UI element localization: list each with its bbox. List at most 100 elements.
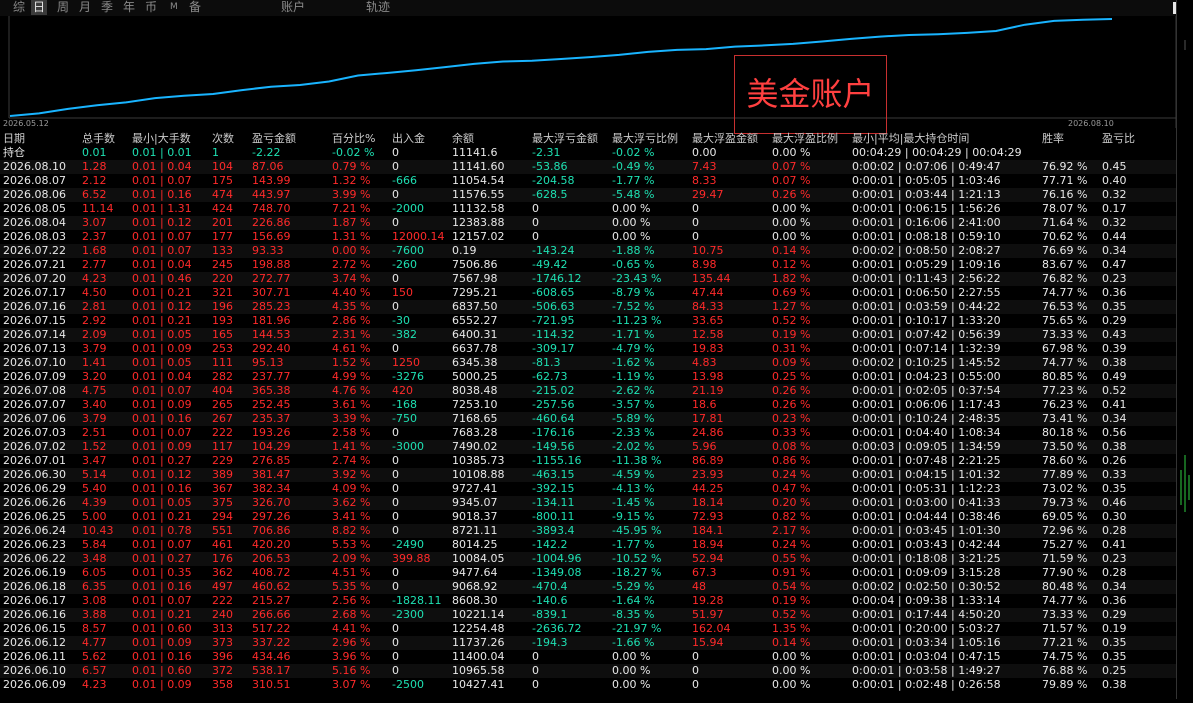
section-track[interactable]: 轨迹 <box>366 0 390 15</box>
pnl-cell: 266.66 <box>252 608 291 621</box>
tab-m[interactable]: M <box>168 0 180 15</box>
max-float-gain-cell: 0 <box>692 230 699 243</box>
balance-cell: 6400.31 <box>452 328 498 341</box>
table-row[interactable]: 2026.07.13 3.79 0.01 | 0.09 253 292.40 4.61 %… <box>0 342 1176 356</box>
max-float-loss-cell: 0 <box>532 202 539 215</box>
table-row[interactable]: 2026.06.09 4.23 0.01 | 0.09 358 310.51 3.07 %… <box>0 678 1176 692</box>
count-cell: 497 <box>212 580 233 593</box>
flow-cell: 0 <box>392 566 399 579</box>
count-cell: 265 <box>212 398 233 411</box>
max-float-loss-cell: -114.32 <box>532 328 575 341</box>
table-row[interactable]: 2026.07.14 2.09 0.01 | 0.05 165 144.53 2.31 %… <box>0 328 1176 342</box>
table-row[interactable]: 2026.08.03 2.37 0.01 | 0.07 177 156.69 1.31 %… <box>0 230 1176 244</box>
hold-time-cell: 0:00:01 | 0:03:44 | 1:21:13 <box>852 188 1001 201</box>
max-float-loss-cell: -1349.08 <box>532 566 582 579</box>
tab-month[interactable]: 月 <box>77 0 93 15</box>
table-row[interactable]: 2026.07.17 4.50 0.01 | 0.21 321 307.71 4.40 %… <box>0 286 1176 300</box>
pnl-cell: 538.17 <box>252 664 291 677</box>
tab-summary[interactable]: 综 <box>11 0 27 15</box>
win-rate-cell: 74.75 % <box>1042 650 1088 663</box>
holding-row[interactable]: 持仓 0.01 0.01 | 0.01 1 -2.22 -0.02 % 0 11141.6 -2… <box>0 146 1176 160</box>
table-row[interactable]: 2026.06.30 5.14 0.01 | 0.12 389 381.47 3.92 %… <box>0 468 1176 482</box>
tab-year[interactable]: 年 <box>121 0 137 15</box>
hold-time-cell: 0:00:01 | 0:05:29 | 1:09:16 <box>852 258 1001 271</box>
tab-quarter[interactable]: 季 <box>99 0 115 15</box>
pnl-ratio-cell: 0.45 <box>1102 160 1127 173</box>
win-rate-cell: 76.92 % <box>1042 160 1088 173</box>
minmax-lots-cell: 0.01 | 0.05 <box>132 328 192 341</box>
max-float-loss-cell: -839.1 <box>532 608 568 621</box>
table-row[interactable]: 2026.06.23 5.84 0.01 | 0.07 461 420.20 5.53 %… <box>0 538 1176 552</box>
table-row[interactable]: 2026.08.10 1.28 0.01 | 0.04 104 87.06 0.79 % 0… <box>0 160 1176 174</box>
balance-cell: 11054.54 <box>452 174 505 187</box>
count-cell: 313 <box>212 622 233 635</box>
table-row[interactable]: 2026.08.05 11.14 0.01 | 1.31 424 748.70 7.21 … <box>0 202 1176 216</box>
tab-currency[interactable]: 币 <box>143 0 159 15</box>
table-row[interactable]: 2026.06.22 3.48 0.01 | 0.27 176 206.53 2.09 %… <box>0 552 1176 566</box>
tab-week[interactable]: 周 <box>55 0 71 15</box>
table-row[interactable]: 2026.07.22 1.68 0.01 | 0.07 133 93.33 0.00 % -… <box>0 244 1176 258</box>
count-cell: 389 <box>212 468 233 481</box>
table-row[interactable]: 2026.06.11 5.62 0.01 | 0.16 396 434.46 3.96 %… <box>0 650 1176 664</box>
table-row[interactable]: 2026.07.03 2.51 0.01 | 0.07 222 193.26 2.58 %… <box>0 426 1176 440</box>
hold-time-cell: 0:00:01 | 0:07:14 | 1:32:39 <box>852 342 1001 355</box>
tab-note[interactable]: 备 <box>187 0 203 15</box>
right-mini-chart <box>1180 40 1190 512</box>
table-row[interactable]: 2026.06.16 3.88 0.01 | 0.21 240 266.66 2.68 %… <box>0 608 1176 622</box>
table-row[interactable]: 2026.07.10 1.41 0.01 | 0.05 111 95.13 1.52 % 1… <box>0 356 1176 370</box>
count-cell: 245 <box>212 258 233 271</box>
table-row[interactable]: 2026.07.20 4.23 0.01 | 0.46 220 272.77 3.74 %… <box>0 272 1176 286</box>
flow-cell: 0 <box>392 636 399 649</box>
table-row[interactable]: 2026.06.19 6.05 0.01 | 0.35 362 408.72 4.51 %… <box>0 566 1176 580</box>
max-float-gain-pct-cell: 0.24 % <box>772 538 811 551</box>
flow-cell: -2500 <box>392 678 424 691</box>
table-row[interactable]: 2026.06.17 3.08 0.01 | 0.07 222 215.27 2.56 %… <box>0 594 1176 608</box>
date-cell: 2026.08.06 <box>3 188 66 201</box>
count-cell: 1 <box>212 146 219 159</box>
table-row[interactable]: 2026.07.06 3.79 0.01 | 0.16 267 235.37 3.39 %… <box>0 412 1176 426</box>
pnl-cell: 237.77 <box>252 370 291 383</box>
max-float-loss-cell: -3893.4 <box>532 524 575 537</box>
lots-cell: 6.35 <box>82 580 107 593</box>
flow-cell: 150 <box>392 286 413 299</box>
max-float-gain-pct-cell: 0.31 % <box>772 342 811 355</box>
win-rate-cell: 76.88 % <box>1042 664 1088 677</box>
table-row[interactable]: 2026.06.15 8.57 0.01 | 0.60 313 517.22 4.41 %… <box>0 622 1176 636</box>
table-row[interactable]: 2026.07.16 2.81 0.01 | 0.12 196 285.23 4.35 %… <box>0 300 1176 314</box>
table-row[interactable]: 2026.06.25 5.00 0.01 | 0.21 294 297.26 3.41 %… <box>0 510 1176 524</box>
win-rate-cell: 75.27 % <box>1042 538 1088 551</box>
max-float-gain-cell: 13.98 <box>692 370 724 383</box>
date-cell: 2026.06.19 <box>3 566 66 579</box>
date-cell: 2026.06.10 <box>3 664 66 677</box>
table-row[interactable]: 2026.06.26 4.39 0.01 | 0.05 375 326.70 3.62 %… <box>0 496 1176 510</box>
table-row[interactable]: 2026.07.02 1.52 0.01 | 0.09 117 104.29 1.41 %… <box>0 440 1176 454</box>
table-row[interactable]: 2026.07.01 3.47 0.01 | 0.27 229 276.85 2.74 %… <box>0 454 1176 468</box>
max-float-loss-cell: -204.58 <box>532 174 575 187</box>
table-row[interactable]: 2026.07.07 3.40 0.01 | 0.09 265 252.45 3.61 %… <box>0 398 1176 412</box>
table-row[interactable]: 2026.08.06 6.52 0.01 | 0.16 474 443.97 3.99 %… <box>0 188 1176 202</box>
table-row[interactable]: 2026.06.12 4.77 0.01 | 0.09 373 337.22 2.96 %… <box>0 636 1176 650</box>
table-row[interactable]: 2026.06.24 10.43 0.01 | 0.78 551 706.86 8.82 … <box>0 524 1176 538</box>
minmax-lots-cell: 0.01 | 0.09 <box>132 678 192 691</box>
max-float-gain-pct-cell: 0.47 % <box>772 482 811 495</box>
table-row[interactable]: 2026.06.29 5.40 0.01 | 0.16 367 382.34 4.09 %… <box>0 482 1176 496</box>
table-row[interactable]: 2026.07.08 4.75 0.01 | 0.07 404 365.38 4.76 %… <box>0 384 1176 398</box>
table-row[interactable]: 2026.06.18 6.35 0.01 | 0.16 497 460.62 5.35 %… <box>0 580 1176 594</box>
table-row[interactable]: 2026.08.04 3.07 0.01 | 0.12 201 226.86 1.87 %… <box>0 216 1176 230</box>
pnl-cell: 193.26 <box>252 426 291 439</box>
flow-cell: 0 <box>392 188 399 201</box>
tab-day[interactable]: 日 <box>31 0 48 15</box>
max-float-gain-cell: 18.14 <box>692 496 724 509</box>
pnl-cell: 95.13 <box>252 356 284 369</box>
section-account[interactable]: 账户 <box>281 0 305 15</box>
win-rate-cell: 80.18 % <box>1042 426 1088 439</box>
max-float-loss-cell: -628.5 <box>532 188 568 201</box>
table-row[interactable]: 2026.07.09 3.20 0.01 | 0.04 282 237.77 4.99 %… <box>0 370 1176 384</box>
table-row[interactable]: 2026.08.07 2.12 0.01 | 0.07 175 143.99 1.32 %… <box>0 174 1176 188</box>
table-row[interactable]: 2026.06.10 6.57 0.01 | 0.60 372 538.17 5.16 %… <box>0 664 1176 678</box>
flow-cell: 0 <box>392 272 399 285</box>
win-rate-cell: 72.96 % <box>1042 524 1088 537</box>
flow-cell: -2000 <box>392 202 424 215</box>
table-row[interactable]: 2026.07.21 2.77 0.01 | 0.04 245 198.88 2.72 %… <box>0 258 1176 272</box>
table-row[interactable]: 2026.07.15 2.92 0.01 | 0.21 193 181.96 2.86 %… <box>0 314 1176 328</box>
